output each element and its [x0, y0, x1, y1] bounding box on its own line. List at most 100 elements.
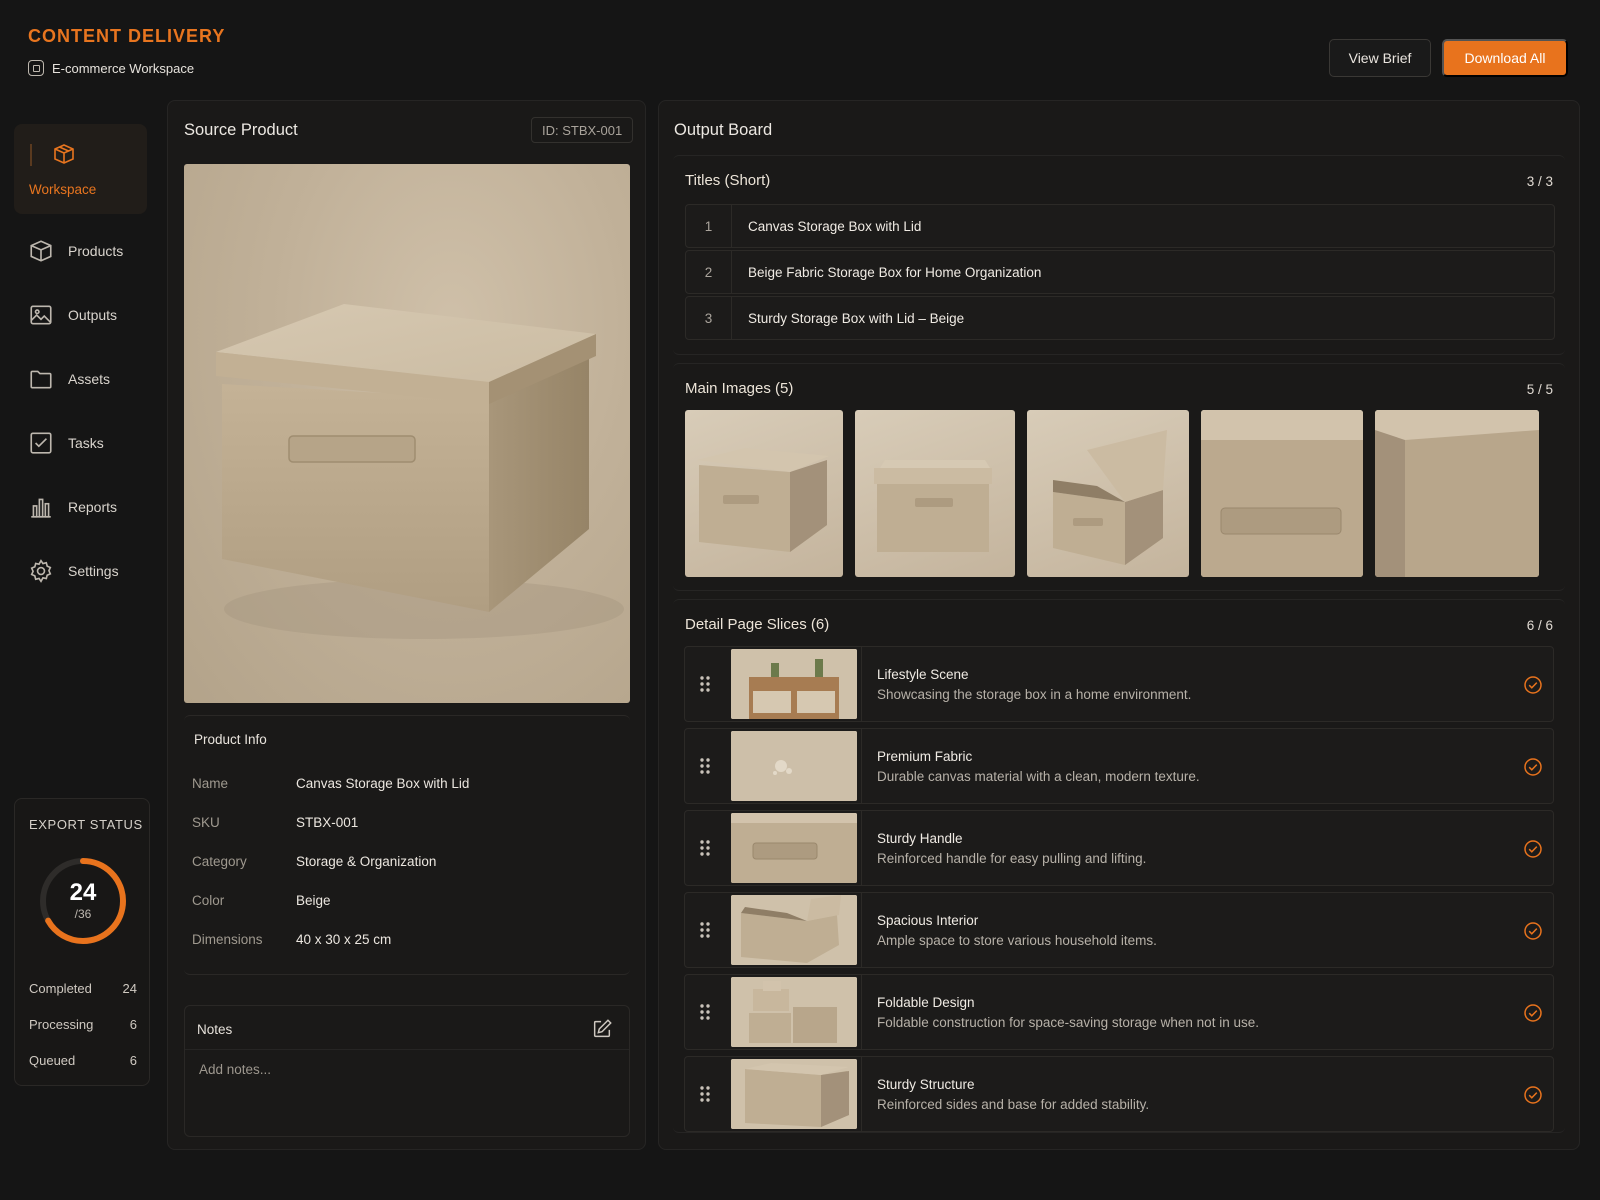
workspace-icon	[28, 60, 44, 76]
folder-icon	[30, 370, 52, 389]
divider	[861, 811, 862, 885]
slice-title: Foldable Design	[877, 995, 975, 1010]
slice-row[interactable]: Lifestyle Scene Showcasing the storage bo…	[684, 646, 1554, 722]
cube-icon	[30, 240, 52, 262]
slice-description: Showcasing the storage box in a home env…	[877, 687, 1192, 702]
title-row[interactable]: 1 Canvas Storage Box with Lid	[685, 204, 1555, 248]
sidebar-item-settings[interactable]: Settings	[28, 558, 119, 584]
notes-header: Notes	[185, 1006, 629, 1050]
main-images-section: Main Images (5) 5 / 5	[673, 363, 1565, 591]
divider	[861, 729, 862, 803]
slice-thumbnail[interactable]	[731, 731, 857, 801]
panel-title: Output Board	[674, 121, 773, 139]
gear-icon	[30, 559, 52, 583]
storage-box-illustration	[216, 304, 624, 639]
check-circle-icon	[1523, 1085, 1543, 1105]
info-row-dimensions: Dimensions 40 x 30 x 25 cm	[192, 932, 392, 947]
title-row[interactable]: 2 Beige Fabric Storage Box for Home Organ…	[685, 250, 1555, 294]
image-icon	[30, 305, 52, 325]
check-circle-icon	[1523, 757, 1543, 777]
drag-handle-icon[interactable]	[699, 839, 711, 862]
section-count: 3 / 3	[1526, 174, 1553, 189]
slice-title: Spacious Interior	[877, 913, 979, 928]
divider	[861, 975, 862, 1049]
main-image-thumbnail[interactable]	[685, 410, 843, 577]
notes-input[interactable]: Add notes...	[199, 1062, 271, 1077]
slice-row[interactable]: Spacious Interior Ample space to store va…	[684, 892, 1554, 968]
slice-title: Premium Fabric	[877, 749, 973, 764]
info-row-name: Name Canvas Storage Box with Lid	[192, 776, 470, 791]
slice-title: Sturdy Structure	[877, 1077, 975, 1092]
sidebar-item-label: Outputs	[68, 307, 118, 323]
export-total-count: /36	[74, 907, 92, 921]
workspace-selector[interactable]: E-commerce Workspace	[28, 60, 194, 76]
section-title: Detail Page Slices (6)	[685, 616, 830, 633]
info-row-color: Color Beige	[192, 893, 331, 908]
sidebar-item-reports[interactable]: Reports	[28, 494, 117, 520]
slice-title: Sturdy Handle	[877, 831, 963, 846]
slice-thumbnail[interactable]	[731, 1059, 857, 1129]
stat-processing: Processing 6	[29, 1017, 137, 1032]
title-row[interactable]: 3 Sturdy Storage Box with Lid – Beige	[685, 296, 1555, 340]
sidebar-item-label: Workspace	[29, 182, 97, 197]
slice-description: Ample space to store various household i…	[877, 933, 1157, 948]
product-image[interactable]	[184, 164, 630, 703]
notes-card[interactable]: Notes Add notes...	[184, 1005, 630, 1137]
slice-row[interactable]: Premium Fabric Durable canvas material wi…	[684, 728, 1554, 804]
main-image-thumbnail[interactable]	[855, 410, 1015, 577]
product-id-badge: ID: STBX-001	[531, 117, 634, 143]
main-image-thumbnail[interactable]	[1201, 410, 1363, 577]
slice-description: Durable canvas material with a clean, mo…	[877, 769, 1200, 784]
slice-thumbnail[interactable]	[731, 649, 857, 719]
download-all-button[interactable]: Download All	[1442, 39, 1568, 77]
slice-row[interactable]: Sturdy Structure Reinforced sides and bas…	[684, 1056, 1554, 1132]
drag-handle-icon[interactable]	[699, 757, 711, 780]
slice-row[interactable]: Foldable Design Foldable construction for…	[684, 974, 1554, 1050]
notes-title: Notes	[197, 1022, 233, 1037]
slice-thumbnail[interactable]	[731, 977, 857, 1047]
sidebar-item-assets[interactable]: Assets	[28, 366, 110, 392]
drag-handle-icon[interactable]	[699, 1085, 711, 1108]
section-count: 5 / 5	[1526, 382, 1553, 397]
info-row-category: Category Storage & Organization	[192, 854, 437, 869]
stat-completed: Completed 24	[29, 981, 137, 996]
slice-row[interactable]: Sturdy Handle Reinforced handle for easy …	[684, 810, 1554, 886]
slice-thumbnail[interactable]	[731, 895, 857, 965]
slice-thumbnail[interactable]	[731, 813, 857, 883]
sidebar-item-label: Products	[68, 243, 124, 259]
check-circle-icon	[1523, 1003, 1543, 1023]
main-image-thumbnail[interactable]	[1375, 410, 1539, 577]
slice-description: Foldable construction for space-saving s…	[877, 1015, 1259, 1030]
view-brief-button[interactable]: View Brief	[1329, 39, 1431, 77]
drag-handle-icon[interactable]	[699, 675, 711, 698]
check-circle-icon	[1523, 839, 1543, 859]
info-row-sku: SKU STBX-001	[192, 815, 359, 830]
slice-title: Lifestyle Scene	[877, 667, 969, 682]
drag-handle-icon[interactable]	[699, 921, 711, 944]
box-icon	[54, 144, 74, 164]
app-title: CONTENT DELIVERY	[28, 26, 226, 46]
sidebar-item-label: Settings	[68, 563, 119, 579]
slice-description: Reinforced handle for easy pulling and l…	[877, 851, 1147, 866]
slice-description: Reinforced sides and base for added stab…	[877, 1097, 1150, 1112]
export-status-card: EXPORT STATUS 24 /36 Completed 24 Process…	[14, 798, 150, 1086]
section-count: 6 / 6	[1526, 618, 1553, 633]
export-done-count: 24	[69, 879, 97, 906]
main-image-thumbnail[interactable]	[1027, 410, 1189, 577]
section-title: Titles (Short)	[685, 172, 771, 189]
sidebar-item-workspace[interactable]: Workspace	[14, 124, 147, 214]
sidebar-item-label: Tasks	[68, 435, 104, 451]
divider	[861, 647, 862, 721]
section-title: Main Images (5)	[685, 380, 794, 397]
source-product-panel: Source Product ID: STBX-001 Product Info…	[167, 100, 646, 1150]
product-info-title: Product Info	[194, 732, 267, 747]
sidebar-item-products[interactable]: Products	[28, 238, 123, 264]
sidebar-item-tasks[interactable]: Tasks	[28, 430, 104, 456]
sidebar-item-outputs[interactable]: Outputs	[28, 302, 117, 328]
drag-handle-icon[interactable]	[699, 1003, 711, 1026]
titles-section: Titles (Short) 3 / 3 1 Canvas Storage Box…	[673, 155, 1565, 355]
edit-icon[interactable]	[591, 1018, 613, 1040]
active-indicator	[30, 144, 32, 166]
divider	[861, 893, 862, 967]
check-circle-icon	[1523, 675, 1543, 695]
